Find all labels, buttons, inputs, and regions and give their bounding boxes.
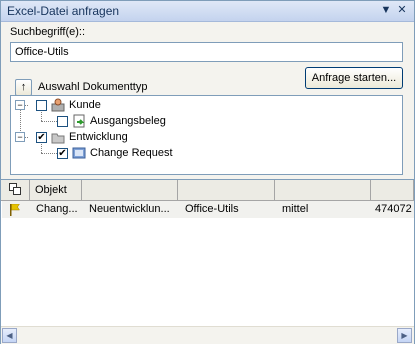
table-cell: Neuentwicklun...	[89, 203, 170, 215]
column-header[interactable]	[275, 180, 371, 201]
search-input[interactable]: Office-Utils	[10, 42, 403, 62]
query-panel: Excel-Datei anfragen ▼ ✕ Suchbegriff(e):…	[0, 0, 415, 344]
columns-icon	[9, 183, 21, 195]
column-header[interactable]	[178, 180, 275, 201]
title-bar: Excel-Datei anfragen ▼ ✕	[1, 1, 414, 22]
collapse-icon[interactable]: −	[15, 132, 25, 142]
checkbox-change-request[interactable]: ✔	[57, 148, 68, 159]
scroll-left-button[interactable]: ◀	[2, 328, 17, 343]
tree-item-label: Kunde	[69, 99, 101, 111]
column-header[interactable]	[371, 180, 414, 201]
document-arrow-icon	[72, 114, 86, 128]
table-cell: Chang...	[36, 203, 78, 215]
window-title: Excel-Datei anfragen	[7, 4, 120, 18]
folder-icon	[51, 130, 65, 144]
start-query-label: Anfrage starten...	[311, 72, 397, 84]
collapse-icon[interactable]: −	[15, 100, 25, 110]
checkbox-entwicklung[interactable]: ✔	[36, 132, 47, 143]
dropdown-arrow-icon[interactable]: ▼	[379, 3, 393, 17]
change-request-icon	[72, 146, 86, 160]
column-header[interactable]	[82, 180, 178, 201]
table-cell: Office-Utils	[185, 203, 239, 215]
search-label: Suchbegriff(e)::	[10, 26, 86, 38]
tree-item-change-request[interactable]: ✔ Change Request	[11, 145, 401, 161]
tree-item-entwicklung[interactable]: − ✔ Entwicklung	[11, 129, 401, 145]
flag-icon	[10, 203, 20, 219]
tree-item-kunde[interactable]: − Kunde	[11, 97, 401, 113]
close-icon[interactable]: ✕	[395, 3, 409, 17]
document-type-label: Auswahl Dokumenttyp	[38, 81, 148, 93]
column-chooser-button[interactable]	[1, 180, 30, 201]
arrow-up-icon: ↑	[20, 81, 27, 93]
table-cell: 474072	[375, 203, 412, 215]
start-query-button[interactable]: Anfrage starten...	[305, 67, 403, 89]
checkbox-ausgangsbeleg[interactable]	[57, 116, 68, 127]
column-header-objekt[interactable]: Objekt	[30, 180, 82, 201]
checkbox-kunde[interactable]	[36, 100, 47, 111]
tree-item-label: Entwicklung	[69, 131, 128, 143]
customer-icon	[51, 98, 65, 112]
horizontal-scrollbar[interactable]: ◀ ▶	[1, 326, 414, 344]
scroll-right-button[interactable]: ▶	[397, 328, 412, 343]
tree-item-label: Change Request	[90, 147, 173, 159]
table-cell: mittel	[282, 203, 309, 215]
tree-item-ausgangsbeleg[interactable]: Ausgangsbeleg	[11, 113, 401, 129]
document-type-tree: − Kunde Ausgangsbeleg − ✔ Entwicklung ✔ …	[10, 95, 403, 175]
tree-item-label: Ausgangsbeleg	[90, 115, 166, 127]
sort-up-button[interactable]: ↑	[15, 79, 32, 96]
